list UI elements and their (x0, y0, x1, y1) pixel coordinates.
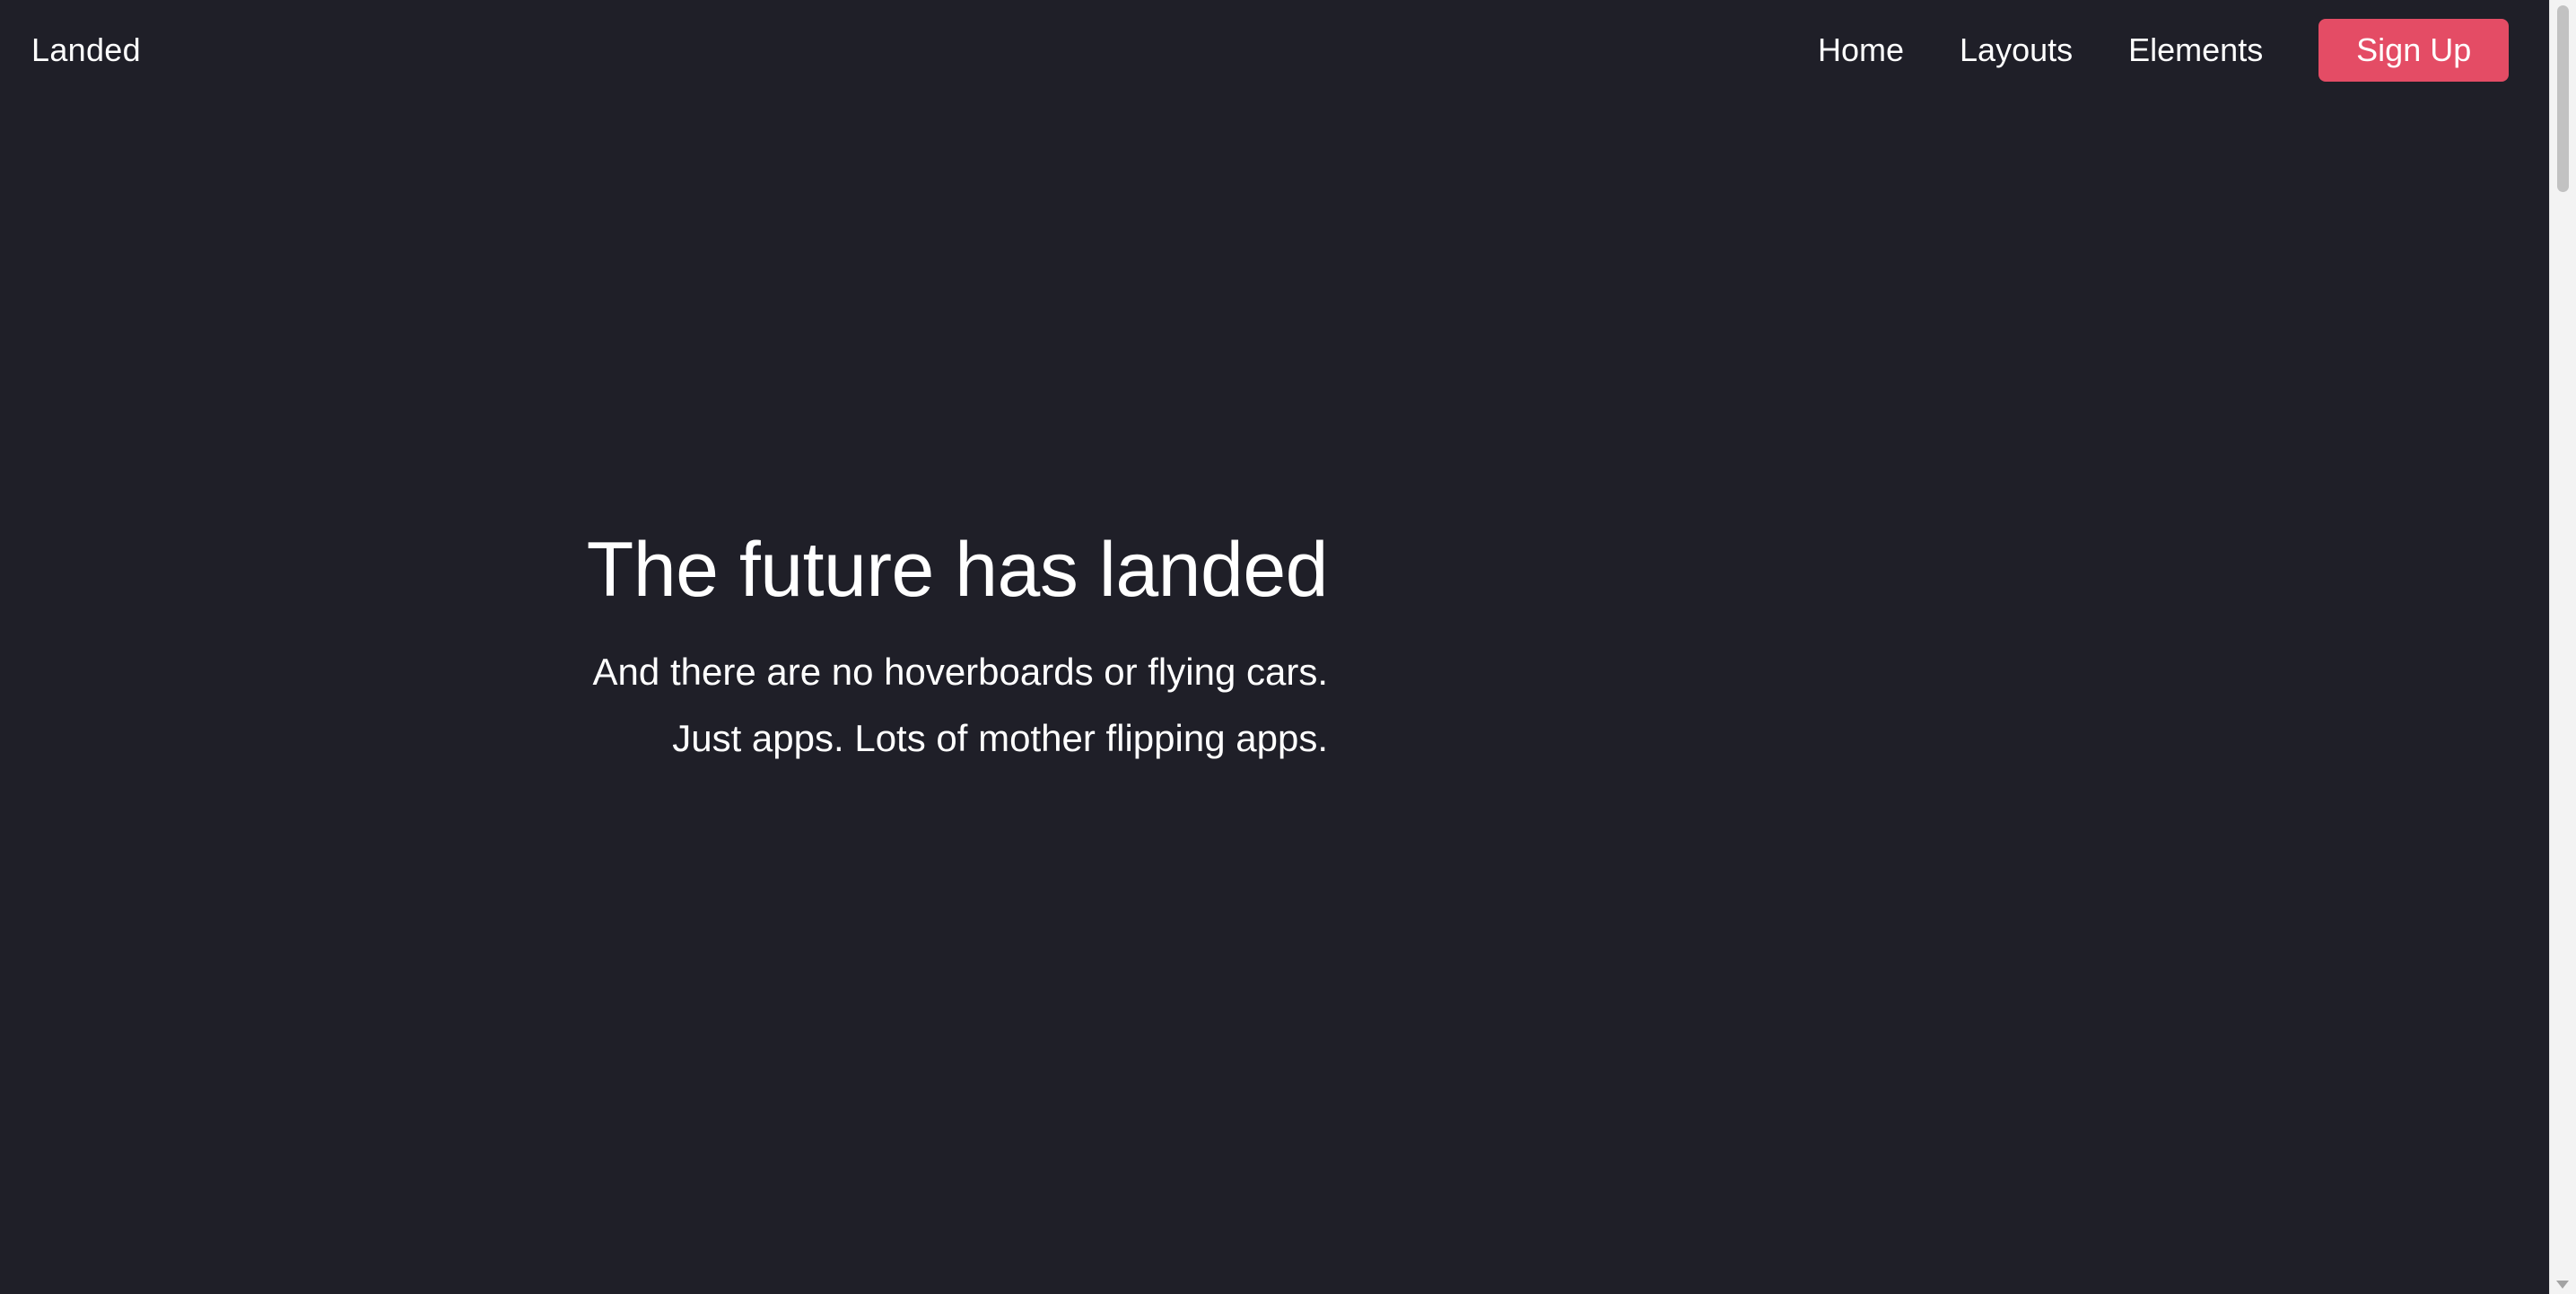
main-nav: Home Layouts Elements Sign Up (1818, 0, 2510, 101)
hero-title: The future has landed (586, 527, 1329, 613)
hero-subtitle-line: And there are no hoverboards or flying c… (592, 651, 1328, 693)
brand-logo-link[interactable]: Landed (31, 31, 141, 69)
nav-link-layouts[interactable]: Layouts (1960, 31, 2073, 69)
landing-viewport: Landed Home Layouts Elements Sign Up The… (0, 0, 2549, 1294)
nav-link-elements[interactable]: Elements (2128, 31, 2263, 69)
hero-subtitle-line: Just apps. Lots of mother flipping apps. (672, 717, 1328, 759)
hero-section: The future has landed And there are no h… (0, 520, 1329, 772)
scroll-down-arrow-icon[interactable] (2556, 1281, 2569, 1289)
sign-up-button[interactable]: Sign Up (2318, 19, 2510, 82)
page: Landed Home Layouts Elements Sign Up The… (0, 0, 2576, 1294)
vertical-scrollbar[interactable] (2549, 0, 2576, 1294)
hero-subtitle: And there are no hoverboards or flying c… (0, 639, 1328, 772)
nav-link-home[interactable]: Home (1818, 31, 1904, 69)
scrollbar-thumb[interactable] (2557, 5, 2569, 192)
site-header: Landed Home Layouts Elements Sign Up (0, 0, 2549, 101)
